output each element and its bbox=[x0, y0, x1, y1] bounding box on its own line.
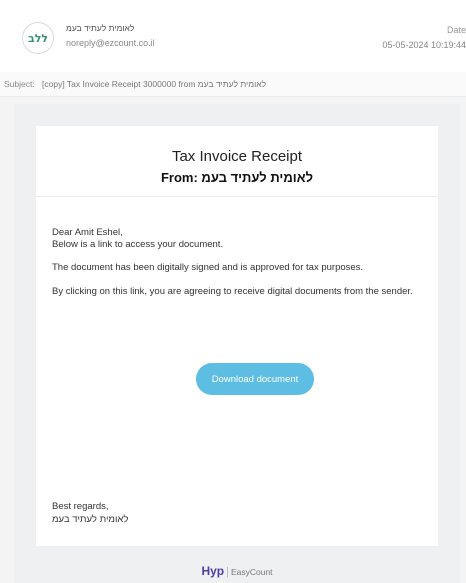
sender-avatar: ללב bbox=[22, 22, 54, 54]
date-value: 05-05-2024 10:19:44 bbox=[382, 40, 466, 50]
email-from-line: From: לאומית לעתיד בעמ bbox=[160, 170, 314, 185]
email-card: Tax Invoice Receipt From: לאומית לעתיד ב… bbox=[36, 126, 438, 546]
body-line-1: Below is a link to access your document. bbox=[52, 239, 224, 250]
subject-row: Subject: [copy] Tax Invoice Receipt 3000… bbox=[0, 72, 466, 97]
sender-name: לאומית לעתיד בעמ bbox=[66, 23, 135, 33]
footer-logo: Hyp | EasyCount bbox=[14, 564, 460, 578]
logo-separator: | bbox=[226, 566, 229, 578]
sender-email[interactable]: noreply@ezcount.co.il bbox=[66, 38, 155, 48]
title-divider bbox=[36, 196, 438, 197]
body-line-2: The document has been digitally signed a… bbox=[52, 262, 364, 273]
signature-name: לאומית לעתיד בעמ bbox=[52, 514, 129, 525]
subject-text: [copy] Tax Invoice Receipt 3000000 from … bbox=[42, 79, 267, 89]
email-header: ללב לאומית לעתיד בעמ noreply@ezcount.co.… bbox=[0, 0, 466, 73]
date-label: Date bbox=[446, 25, 466, 35]
body-line-3: By clicking on this link, you are agreei… bbox=[52, 286, 413, 297]
hyp-logo: Hyp bbox=[201, 564, 225, 578]
signature-text: לאומית לעתיד בעמ bbox=[52, 514, 422, 526]
email-body-frame: Tax Invoice Receipt From: לאומית לעתיד ב… bbox=[14, 104, 460, 583]
subject-label: Subject: bbox=[4, 79, 35, 89]
download-document-button[interactable]: Download document bbox=[196, 363, 314, 395]
greeting-text: Dear Amit Eshel, bbox=[52, 227, 123, 238]
email-title: Tax Invoice Receipt bbox=[171, 148, 303, 165]
regards-text: Best regards, bbox=[52, 501, 109, 512]
easycount-logo: EasyCount bbox=[230, 567, 273, 577]
